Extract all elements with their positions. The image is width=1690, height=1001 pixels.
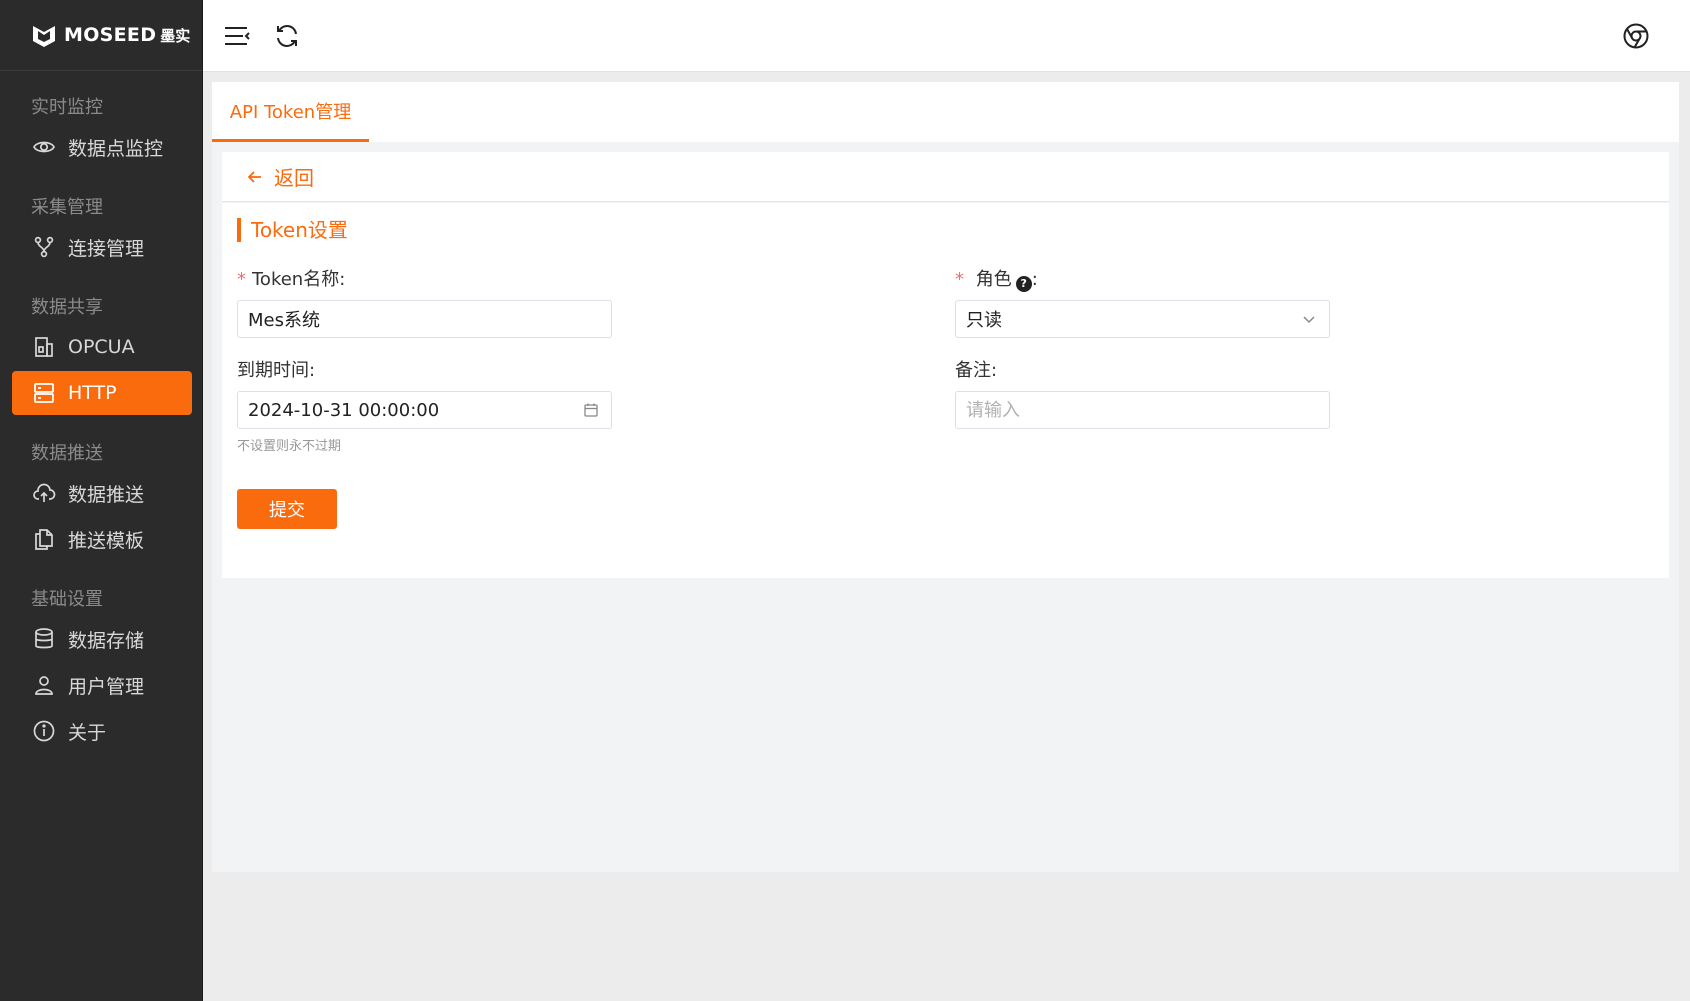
sidebar-item-connections[interactable]: 连接管理 bbox=[12, 225, 192, 269]
role-label: * 角色?: bbox=[955, 265, 1038, 292]
expire-date-value: 2024-10-31 00:00:00 bbox=[248, 399, 440, 421]
sidebar-item-label: HTTP bbox=[68, 382, 117, 404]
question-circle-icon[interactable]: ? bbox=[1015, 276, 1032, 292]
role-label-colon: : bbox=[1031, 269, 1038, 290]
required-mark: * bbox=[237, 269, 246, 290]
chevron-down-icon bbox=[1303, 316, 1315, 324]
sidebar-item-label: 数据存储 bbox=[68, 629, 145, 652]
cloud-upload-icon bbox=[33, 483, 56, 502]
eye-icon bbox=[33, 141, 55, 153]
back-bar: 返回 bbox=[222, 152, 1669, 202]
sidebar-item-label: 数据点监控 bbox=[68, 137, 164, 160]
tab-api-token[interactable]: API Token管理 bbox=[212, 82, 369, 142]
sidebar-item-users[interactable]: 用户管理 bbox=[12, 663, 192, 707]
expire-label: 到期时间: bbox=[237, 360, 316, 381]
role-select-value: 只读 bbox=[966, 310, 1002, 331]
user-icon bbox=[35, 676, 53, 695]
token-name-input[interactable]: Mes系统 bbox=[237, 300, 612, 338]
required-mark: * bbox=[955, 269, 964, 290]
remark-input[interactable] bbox=[955, 391, 1330, 429]
sidebar-item-label: OPCUA bbox=[68, 336, 135, 358]
nav-group-collect: 采集管理 bbox=[31, 197, 103, 218]
brand-name: MOSEED bbox=[64, 24, 157, 46]
token-form: Token设置 * Token名称: Mes系统 * 角色?: 只读 到期时间: … bbox=[222, 203, 1669, 578]
nav-group-push: 数据推送 bbox=[31, 443, 103, 464]
sidebar-item-http[interactable]: HTTP bbox=[12, 371, 192, 415]
sidebar-item-label: 关于 bbox=[68, 721, 107, 744]
section-title: Token设置 bbox=[237, 218, 348, 242]
nav-group-realtime: 实时监控 bbox=[31, 97, 103, 118]
nav-group-basic: 基础设置 bbox=[31, 589, 103, 610]
refresh-icon[interactable] bbox=[273, 22, 301, 50]
back-button[interactable]: 返回 bbox=[246, 162, 314, 191]
database-icon bbox=[35, 628, 53, 649]
role-label-text: 角色 bbox=[975, 269, 1012, 290]
top-bar bbox=[203, 0, 1690, 72]
back-label: 返回 bbox=[274, 166, 314, 190]
server-icon bbox=[34, 383, 54, 403]
info-icon bbox=[33, 720, 55, 742]
token-name-label-text: Token名称: bbox=[252, 269, 346, 290]
branch-icon bbox=[34, 236, 54, 258]
sidebar-item-about[interactable]: 关于 bbox=[12, 709, 192, 753]
sidebar-item-data-push[interactable]: 数据推送 bbox=[12, 471, 192, 515]
chrome-icon[interactable] bbox=[1622, 22, 1650, 50]
arrow-left-icon bbox=[247, 170, 261, 183]
remark-label: 备注: bbox=[955, 360, 998, 381]
nav-group-share: 数据共享 bbox=[31, 297, 103, 318]
moseed-logo-icon bbox=[33, 26, 55, 47]
menu-toggle-icon[interactable] bbox=[223, 22, 251, 50]
sidebar: MOSEED 墨实 实时监控 数据点监控 采集管理 连接管理 数据共享 OPCU… bbox=[0, 0, 203, 1001]
sidebar-item-datapoint-monitor[interactable]: 数据点监控 bbox=[12, 125, 192, 169]
logo: MOSEED 墨实 bbox=[0, 0, 202, 71]
copy-icon bbox=[35, 529, 53, 550]
brand-sub: 墨实 bbox=[160, 26, 191, 45]
sidebar-item-label: 用户管理 bbox=[68, 675, 145, 698]
token-name-label: * Token名称: bbox=[237, 265, 345, 291]
expire-date-input[interactable]: 2024-10-31 00:00:00 bbox=[237, 391, 612, 429]
sidebar-item-label: 连接管理 bbox=[68, 237, 145, 260]
sidebar-item-label: 推送模板 bbox=[68, 529, 145, 552]
submit-button[interactable]: 提交 bbox=[237, 489, 337, 529]
sidebar-item-label: 数据推送 bbox=[68, 483, 145, 506]
tab-bar: API Token管理 bbox=[212, 82, 1679, 142]
sidebar-item-opcua[interactable]: OPCUA bbox=[12, 325, 192, 369]
building-icon bbox=[35, 337, 53, 357]
sidebar-item-storage[interactable]: 数据存储 bbox=[12, 617, 192, 661]
calendar-icon[interactable] bbox=[583, 402, 599, 418]
expire-hint: 不设置则永不过期 bbox=[237, 439, 342, 454]
token-name-value: Mes系统 bbox=[248, 310, 320, 331]
role-select[interactable]: 只读 bbox=[955, 300, 1330, 338]
sidebar-item-push-template[interactable]: 推送模板 bbox=[12, 517, 192, 561]
